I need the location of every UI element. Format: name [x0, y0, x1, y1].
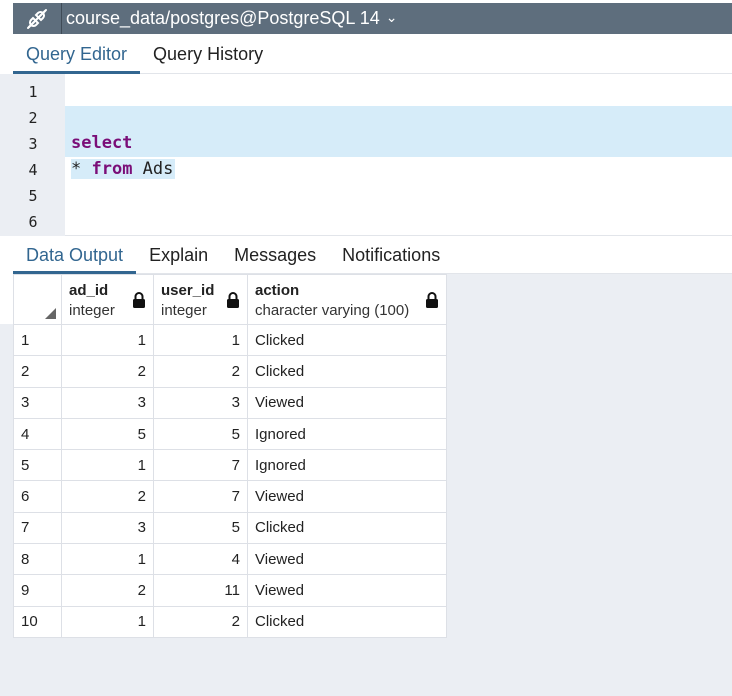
column-type: character varying (100) — [255, 302, 410, 319]
tab-data-output[interactable]: Data Output — [13, 236, 137, 274]
row-number[interactable]: 1 — [13, 323, 62, 357]
row-number[interactable]: 5 — [13, 449, 62, 482]
table-row[interactable]: 2 2 2 Clicked — [13, 355, 447, 388]
cell-ad-id[interactable]: 1 — [61, 543, 154, 576]
code-line-3[interactable]: select — [71, 133, 132, 153]
cell-user-id[interactable]: 7 — [153, 449, 248, 482]
table-row[interactable]: 9 2 11 Viewed — [13, 574, 447, 607]
column-name: action — [255, 282, 300, 299]
data-output-panel: ad_id integer user_id integer action cha… — [13, 274, 732, 696]
cell-action[interactable]: Clicked — [247, 355, 447, 388]
row-number[interactable]: 9 — [13, 574, 62, 607]
lock-icon — [426, 292, 438, 308]
cell-user-id[interactable]: 2 — [153, 605, 248, 638]
table-row[interactable]: 8 1 4 Viewed — [13, 543, 447, 576]
selected-code: * from Ads — [71, 159, 176, 179]
column-header-action[interactable]: action character varying (100) — [247, 274, 447, 325]
lock-icon — [133, 292, 145, 308]
cell-ad-id[interactable]: 2 — [61, 574, 154, 607]
row-number[interactable]: 6 — [13, 480, 62, 513]
connection-plug-icon[interactable] — [13, 3, 61, 34]
cell-action[interactable]: Clicked — [247, 323, 447, 357]
column-header-ad-id[interactable]: ad_id integer — [61, 274, 154, 325]
table-row[interactable]: 10 1 2 Clicked — [13, 605, 447, 638]
row-number[interactable]: 10 — [13, 605, 62, 638]
connection-title[interactable]: course_data/postgres@PostgreSQL 14 — [62, 8, 380, 29]
tab-query-history[interactable]: Query History — [140, 34, 276, 74]
select-all-corner[interactable] — [13, 274, 62, 325]
cell-ad-id[interactable]: 1 — [61, 449, 154, 482]
row-number[interactable]: 7 — [13, 511, 62, 545]
cell-action[interactable]: Clicked — [247, 605, 447, 638]
cell-user-id[interactable]: 3 — [153, 386, 248, 419]
connection-title-bar[interactable]: course_data/postgres@PostgreSQL 14 ⌄ — [13, 3, 732, 34]
cell-action[interactable]: Viewed — [247, 574, 447, 607]
row-number[interactable]: 2 — [13, 355, 62, 388]
cell-action[interactable]: Viewed — [247, 386, 447, 419]
cell-action[interactable]: Viewed — [247, 480, 447, 513]
lock-icon — [227, 292, 239, 308]
cell-action[interactable]: Clicked — [247, 511, 447, 545]
sql-table-name: Ads — [132, 159, 174, 179]
line-number: 2 — [28, 109, 38, 127]
result-tabs: Data Output Explain Messages Notificatio… — [13, 236, 732, 274]
line-number: 4 — [28, 161, 38, 179]
left-edge-panel — [0, 324, 13, 696]
cell-action[interactable]: Viewed — [247, 543, 447, 576]
cell-user-id[interactable]: 7 — [153, 480, 248, 513]
tab-explain[interactable]: Explain — [136, 236, 221, 274]
table-row[interactable]: 3 3 3 Viewed — [13, 386, 447, 419]
cell-ad-id[interactable]: 3 — [61, 511, 154, 545]
row-number[interactable]: 8 — [13, 543, 62, 576]
table-row[interactable]: 5 1 7 Ignored — [13, 449, 447, 482]
selection-highlight — [65, 106, 732, 157]
tab-messages[interactable]: Messages — [221, 236, 329, 274]
tab-notifications[interactable]: Notifications — [329, 236, 453, 274]
row-number[interactable]: 3 — [13, 386, 62, 419]
cell-action[interactable]: Ignored — [247, 449, 447, 482]
cell-ad-id[interactable]: 1 — [61, 323, 154, 357]
line-number: 3 — [28, 135, 38, 153]
left-edge-gutter — [0, 74, 13, 236]
cell-ad-id[interactable]: 3 — [61, 386, 154, 419]
cell-ad-id[interactable]: 2 — [61, 355, 154, 388]
grid-header-row: ad_id integer user_id integer action cha… — [13, 274, 447, 325]
cell-ad-id[interactable]: 1 — [61, 605, 154, 638]
cell-ad-id[interactable]: 5 — [61, 417, 154, 451]
table-row[interactable]: 4 5 5 Ignored — [13, 417, 447, 451]
editor-tabs: Query Editor Query History — [13, 34, 732, 74]
table-row[interactable]: 6 2 7 Viewed — [13, 480, 447, 513]
sql-editor[interactable]: 1 2 3 4 5 6 select * from Ads — [13, 74, 732, 236]
table-row[interactable]: 7 3 5 Clicked — [13, 511, 447, 545]
code-line-4[interactable]: * from Ads — [71, 159, 176, 179]
sql-star: * — [71, 159, 92, 179]
table-row[interactable]: 1 1 1 Clicked — [13, 323, 447, 357]
cell-ad-id[interactable]: 2 — [61, 480, 154, 513]
cell-user-id[interactable]: 4 — [153, 543, 248, 576]
line-number: 1 — [28, 83, 38, 101]
corner-triangle-icon — [45, 308, 56, 319]
row-number[interactable]: 4 — [13, 417, 62, 451]
column-header-user-id[interactable]: user_id integer — [153, 274, 248, 325]
cell-user-id[interactable]: 11 — [153, 574, 248, 607]
line-number: 5 — [28, 187, 38, 205]
left-edge-strip — [0, 0, 13, 696]
line-number: 6 — [28, 213, 38, 231]
cell-user-id[interactable]: 5 — [153, 511, 248, 545]
chevron-down-icon[interactable]: ⌄ — [386, 9, 398, 26]
tab-query-editor[interactable]: Query Editor — [13, 34, 141, 74]
cell-user-id[interactable]: 2 — [153, 355, 248, 388]
sql-keyword: select — [71, 133, 133, 153]
cell-action[interactable]: Ignored — [247, 417, 447, 451]
cell-user-id[interactable]: 5 — [153, 417, 248, 451]
cell-user-id[interactable]: 1 — [153, 323, 248, 357]
sql-keyword: from — [91, 159, 133, 179]
results-grid: ad_id integer user_id integer action cha… — [13, 274, 447, 638]
